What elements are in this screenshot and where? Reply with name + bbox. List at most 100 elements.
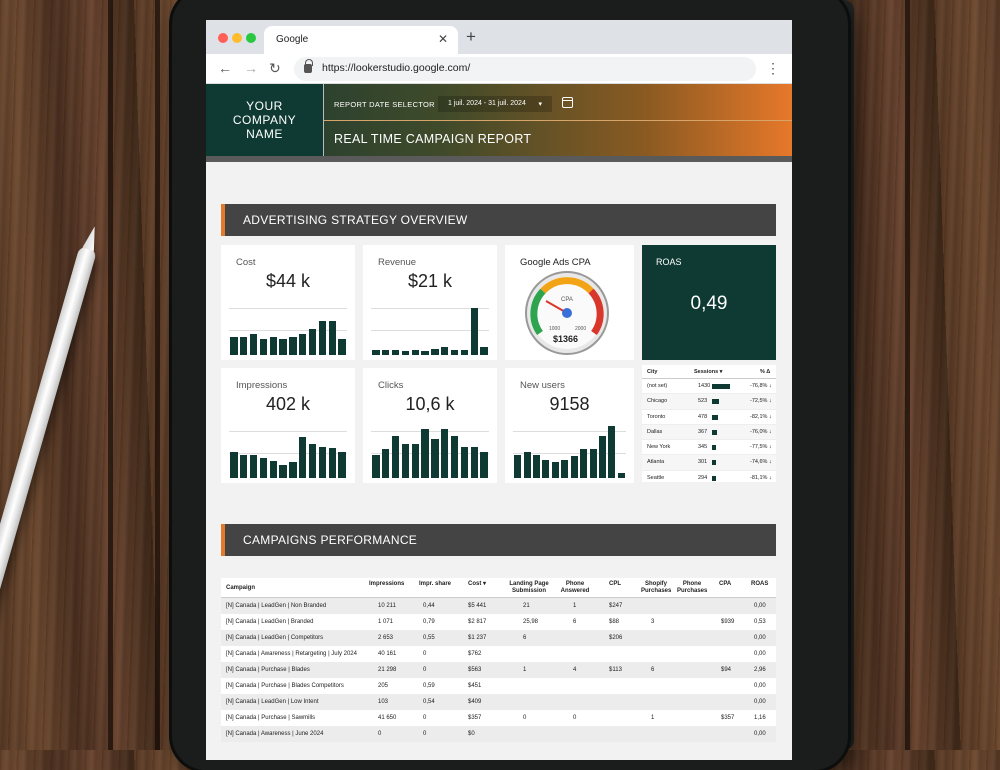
reload-icon[interactable]: ↻ xyxy=(269,60,281,77)
column-header[interactable]: Impressions xyxy=(369,581,404,588)
column-header[interactable]: Shopify Purchases xyxy=(641,581,671,595)
table-row[interactable]: [N] Canada | LeadGen | Non Branded 10 211… xyxy=(221,598,776,614)
address-bar[interactable]: https://lookerstudio.google.com/ xyxy=(294,57,756,81)
column-header[interactable]: Campaign xyxy=(226,585,255,592)
clicks-card[interactable]: Clicks 10,6 k xyxy=(363,368,497,483)
spark-bar xyxy=(421,428,429,478)
table-row[interactable]: (not set) 1430 -76,8% ↓ xyxy=(642,379,776,395)
new-users-card[interactable]: New users 9158 xyxy=(505,368,634,483)
impressions-card[interactable]: Impressions 402 k xyxy=(221,368,355,483)
column-header[interactable]: Phone Purchases xyxy=(677,581,707,595)
column-header[interactable]: % Δ xyxy=(760,369,770,375)
table-row[interactable]: [N] Canada | Awareness | June 2024 0 0 $0 0,… xyxy=(221,726,776,742)
table-cell: 0 xyxy=(378,731,382,737)
section-header-overview: ADVERTISING STRATEGY OVERVIEW xyxy=(221,204,776,236)
spark-bar xyxy=(589,449,597,478)
kebab-menu-icon[interactable]: ⋮ xyxy=(766,60,780,77)
window-close-dot[interactable] xyxy=(218,33,228,43)
cpa-gauge-card[interactable]: Google Ads CPA CPA 1000 2000 $1366 xyxy=(505,245,634,360)
campaigns-table[interactable]: Campaign Impressions Impr. share Cost ▾ Land… xyxy=(221,578,776,742)
stylus-pencil xyxy=(0,245,97,702)
date-range-dropdown[interactable]: 1 juil. 2024 - 31 juil. 2024 ▾ xyxy=(438,96,552,112)
city-sessions-table[interactable]: City Sessions ▾ % Δ (not set) 1430 -76,8… xyxy=(642,365,776,482)
table-row[interactable]: New York 345 -77,5% ↓ xyxy=(642,440,776,456)
table-row[interactable]: [N] Canada | LeadGen | Branded 1 071 0,79 $… xyxy=(221,614,776,630)
table-cell: $88 xyxy=(609,619,620,625)
spark-bar xyxy=(450,349,459,355)
spark-bar xyxy=(617,472,625,478)
browser-tab-bar: Google ✕ + xyxy=(206,20,792,54)
window-minimize-dot[interactable] xyxy=(232,33,242,43)
cost-card[interactable]: Cost $44 k xyxy=(221,245,355,360)
column-header[interactable]: CPL xyxy=(609,581,621,588)
table-row[interactable]: Seattle 294 -81,1% ↓ xyxy=(642,471,776,482)
spark-bar xyxy=(249,454,258,478)
table-cell: [N] Canada | Awareness | Retargeting | J… xyxy=(226,651,357,657)
sparkbar-chart xyxy=(229,303,347,355)
table-cell: 103 xyxy=(378,699,389,705)
spark-bar xyxy=(460,349,469,355)
table-cell: 21 xyxy=(523,603,530,609)
spark-bar xyxy=(391,436,400,478)
table-row[interactable]: [N] Canada | Awareness | Retargeting | J… xyxy=(221,646,776,662)
report-title: REAL TIME CAMPAIGN REPORT xyxy=(334,132,532,146)
new-tab-icon[interactable]: + xyxy=(466,27,476,47)
sparkbar-chart xyxy=(371,303,489,355)
table-row[interactable]: [N] Canada | LeadGen | Competitors 2 653 0… xyxy=(221,630,776,646)
column-header[interactable]: CPA xyxy=(719,581,731,588)
spark-bar xyxy=(269,461,277,478)
table-cell: 0,00 xyxy=(754,603,766,609)
delta-value: -76,0% ↓ xyxy=(750,428,772,435)
table-row[interactable]: Dallas 367 -76,0% ↓ xyxy=(642,424,776,441)
wood-plank-gap xyxy=(155,0,160,750)
table-row[interactable]: Toronto 478 -82,1% ↓ xyxy=(642,410,776,425)
table-row[interactable]: [N] Canada | Purchase | Sawmills 41 650 0 $… xyxy=(221,710,776,726)
table-row[interactable]: Atlanta 301 -74,6% ↓ xyxy=(642,455,776,471)
roas-card[interactable]: ROAS 0,49 xyxy=(642,245,776,360)
browser-tab[interactable]: Google ✕ xyxy=(264,26,458,54)
revenue-card[interactable]: Revenue $21 k xyxy=(363,245,497,360)
column-header[interactable]: City xyxy=(647,369,657,375)
column-header[interactable]: ROAS xyxy=(751,581,768,588)
close-icon[interactable]: ✕ xyxy=(438,32,448,46)
table-cell: 6 xyxy=(523,635,527,641)
column-header[interactable]: Phone Answered xyxy=(560,581,590,595)
window-maximize-dot[interactable] xyxy=(246,33,256,43)
spark-bar xyxy=(249,334,258,355)
column-header[interactable]: Landing Page Submission xyxy=(509,581,549,595)
delta-value: -74,6% ↓ xyxy=(750,459,772,466)
table-row[interactable]: [N] Canada | LeadGen | Low Intent 103 0,54… xyxy=(221,694,776,710)
spark-bar xyxy=(411,349,419,355)
back-arrow-icon[interactable]: ← xyxy=(218,60,232,76)
report-header: YOUR COMPANY NAME REPORT DATE SELECTOR 1… xyxy=(206,84,792,156)
spark-bar xyxy=(570,456,578,478)
table-cell: 21 298 xyxy=(378,667,397,673)
table-cell: $939 xyxy=(721,619,735,625)
tablet-screen: Google ✕ + ← → ↻ https://lookerstudio.go… xyxy=(206,20,792,760)
table-cell: 205 xyxy=(378,683,389,689)
table-row[interactable]: Chicago 523 -72,5% ↓ xyxy=(642,394,776,410)
spark-bar xyxy=(431,348,439,355)
card-title: Cost xyxy=(236,257,256,268)
wood-plank-gap xyxy=(905,0,910,750)
column-header[interactable]: Sessions ▾ xyxy=(694,369,722,375)
table-cell: 2 653 xyxy=(378,635,394,641)
sessions-bar xyxy=(712,399,719,405)
chevron-down-icon: ▾ xyxy=(538,101,542,108)
table-cell: 0 xyxy=(423,731,427,737)
table-row[interactable]: [N] Canada | Purchase | Blades Competito… xyxy=(221,678,776,694)
spark-bar xyxy=(431,439,439,478)
column-header[interactable]: Impr. share xyxy=(419,581,451,588)
spark-bar xyxy=(259,458,268,478)
wood-plank-gap xyxy=(108,0,113,750)
calendar-icon[interactable] xyxy=(562,97,573,108)
url-text[interactable]: https://lookerstudio.google.com/ xyxy=(322,62,470,74)
table-cell: 0,00 xyxy=(754,651,766,657)
table-row[interactable]: [N] Canada | Purchase | Blades 21 298 0 $56… xyxy=(221,662,776,678)
forward-arrow-icon[interactable]: → xyxy=(244,60,258,76)
city-name: Toronto xyxy=(647,413,666,420)
table-header: Campaign Impressions Impr. share Cost ▾ Land… xyxy=(221,578,776,598)
table-cell: $113 xyxy=(609,667,622,673)
column-header[interactable]: Cost ▾ xyxy=(468,581,486,588)
table-cell: 41 650 xyxy=(378,715,397,721)
